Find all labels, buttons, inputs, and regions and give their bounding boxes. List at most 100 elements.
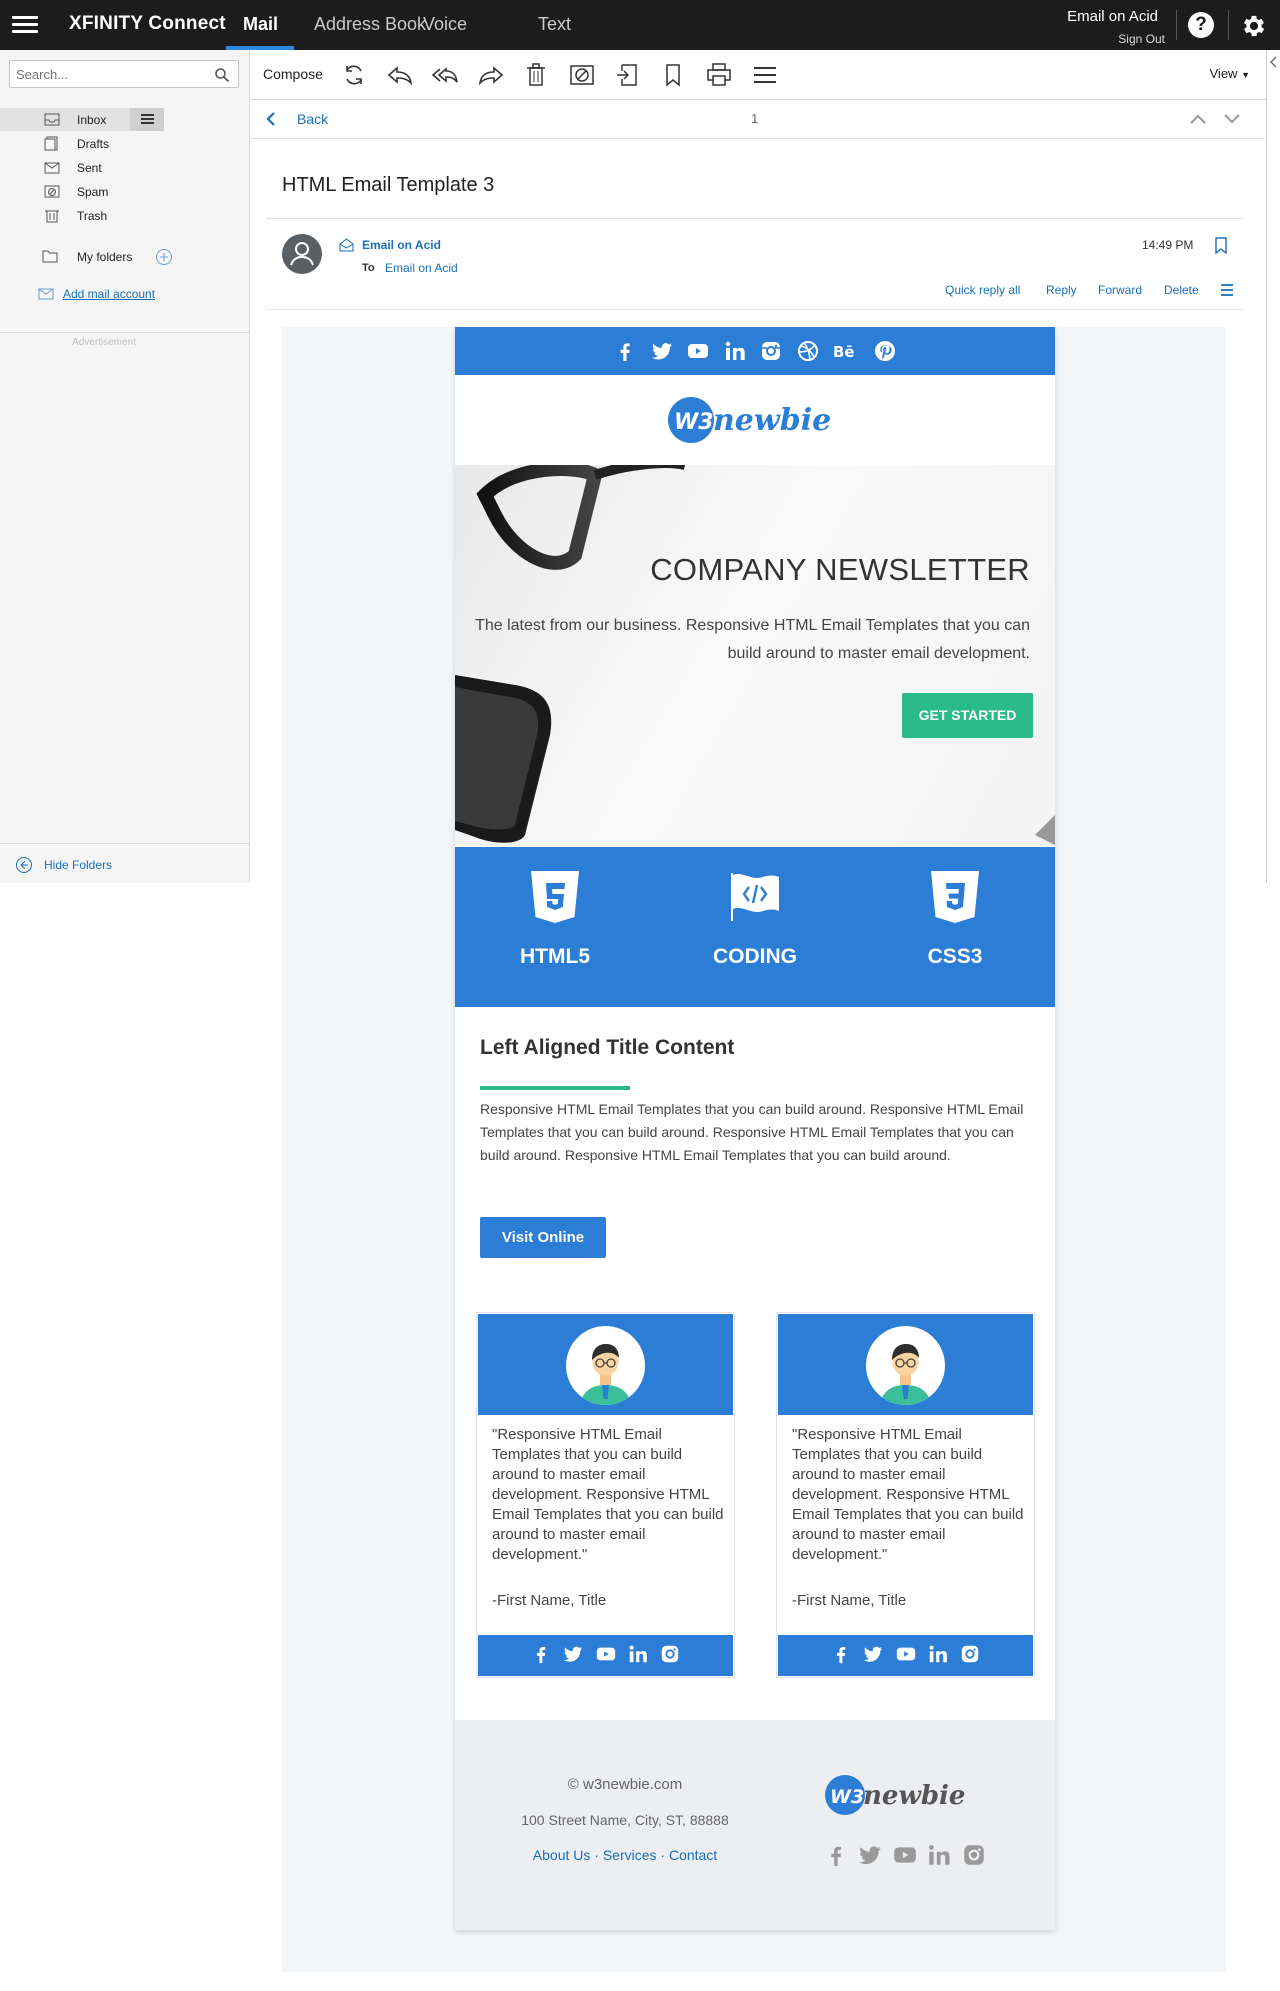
footer-links: About Us · Services · Contact — [495, 1847, 755, 1863]
more-options-icon[interactable] — [751, 62, 779, 88]
account-name[interactable]: Email on Acid — [1067, 8, 1158, 25]
facebook-icon[interactable] — [823, 1842, 849, 1868]
sign-out-link[interactable]: Sign Out — [1118, 32, 1165, 46]
youtube-icon[interactable] — [595, 1643, 617, 1665]
linkedin-icon[interactable] — [926, 1842, 952, 1868]
card-social-bar — [478, 1635, 733, 1676]
search-icon[interactable] — [214, 67, 230, 83]
tab-mail[interactable]: Mail — [243, 14, 278, 35]
feature-label: HTML5 — [520, 945, 590, 968]
twitter-icon[interactable] — [857, 1842, 883, 1868]
sender-name[interactable]: Email on Acid — [362, 238, 441, 252]
forward-link[interactable]: Forward — [1098, 283, 1142, 297]
delete-icon[interactable] — [522, 62, 550, 88]
hide-folders-button[interactable]: Hide Folders — [0, 843, 250, 883]
chevron-left-icon[interactable] — [265, 111, 277, 127]
twitter-icon[interactable] — [650, 339, 674, 363]
delete-link[interactable]: Delete — [1164, 283, 1199, 297]
my-folders-row[interactable]: My folders — [0, 245, 250, 269]
behance-icon[interactable]: Bē — [832, 339, 860, 363]
instagram-icon[interactable] — [659, 1643, 681, 1665]
person-avatar — [866, 1326, 945, 1405]
features-band: HTML5 CODING CSS3 — [455, 847, 1055, 1007]
more-actions-icon[interactable] — [1220, 283, 1234, 297]
hero-title: COMPANY NEWSLETTER — [650, 552, 1030, 587]
reply-link[interactable]: Reply — [1046, 283, 1077, 297]
add-folder-icon[interactable] — [155, 248, 173, 266]
twitter-icon[interactable] — [562, 1643, 584, 1665]
forward-icon[interactable] — [477, 62, 505, 88]
html5-icon — [531, 871, 579, 923]
dribbble-icon[interactable] — [796, 339, 820, 363]
recipient-name[interactable]: Email on Acid — [385, 261, 458, 275]
instagram-icon[interactable] — [759, 339, 783, 363]
linkedin-icon[interactable] — [723, 339, 747, 363]
instagram-icon[interactable] — [959, 1643, 981, 1665]
refresh-icon[interactable] — [340, 62, 368, 88]
search-input[interactable] — [10, 61, 200, 87]
hero-banner: COMPANY NEWSLETTER The latest from our b… — [455, 465, 1055, 845]
folder-icon — [42, 250, 58, 263]
reply-icon[interactable] — [386, 62, 414, 88]
twitter-icon[interactable] — [862, 1643, 884, 1665]
folder-label: Spam — [77, 185, 109, 199]
youtube-icon[interactable] — [895, 1643, 917, 1665]
main-menu-icon[interactable] — [12, 13, 38, 37]
linkedin-icon[interactable] — [627, 1643, 649, 1665]
services-link[interactable]: Services — [603, 1847, 657, 1863]
contact-link[interactable]: Contact — [669, 1847, 717, 1863]
w3newbie-logo[interactable]: W3 newbie — [665, 391, 855, 449]
feature-label: CSS3 — [927, 945, 983, 968]
w3newbie-footer-logo[interactable]: W3 newbie — [823, 1770, 983, 1820]
instagram-icon[interactable] — [961, 1842, 987, 1868]
pinterest-icon[interactable] — [873, 339, 897, 363]
logo-text: newbie — [863, 1781, 965, 1811]
testimonial-signature: -First Name, Title — [792, 1592, 907, 1609]
sidebar-folder-sent[interactable]: Sent — [0, 156, 250, 179]
about-us-link[interactable]: About Us — [533, 1847, 591, 1863]
spam-icon[interactable] — [568, 62, 596, 88]
print-icon[interactable] — [705, 62, 733, 88]
get-started-button[interactable]: GET STARTED — [902, 693, 1033, 738]
coding-flag-icon — [731, 873, 779, 921]
feature-label: CODING — [713, 945, 797, 968]
tab-address-book[interactable]: Address Book — [314, 14, 426, 35]
tab-text[interactable]: Text — [538, 14, 571, 35]
testimonial-header — [478, 1314, 733, 1415]
visit-online-button[interactable]: Visit Online — [480, 1217, 606, 1258]
reply-all-icon[interactable] — [431, 62, 459, 88]
sidebar-folder-spam[interactable]: Spam — [0, 180, 250, 203]
link-separator: · — [656, 1847, 669, 1863]
move-icon[interactable] — [614, 62, 642, 88]
facebook-icon[interactable] — [530, 1643, 552, 1665]
arrow-left-circle-icon — [16, 857, 32, 873]
view-dropdown[interactable]: View ▼ — [1210, 66, 1251, 81]
hide-folders-label: Hide Folders — [44, 858, 113, 872]
tab-voice[interactable]: Voice — [423, 14, 467, 35]
css3-icon — [931, 871, 979, 923]
sidebar-folder-trash[interactable]: Trash — [0, 204, 250, 227]
folder-options-icon[interactable] — [130, 108, 164, 131]
youtube-icon[interactable] — [686, 339, 710, 363]
chevron-up-icon[interactable] — [1189, 113, 1207, 125]
youtube-icon[interactable] — [892, 1842, 918, 1868]
linkedin-icon[interactable] — [927, 1643, 949, 1665]
svg-text:Bē: Bē — [833, 343, 855, 361]
topbar-divider — [1228, 10, 1229, 40]
compose-button[interactable]: Compose — [263, 66, 323, 82]
logo-mark: W3 — [674, 410, 714, 435]
collapse-pane-handle[interactable] — [1266, 50, 1280, 883]
bookmark-icon[interactable] — [659, 62, 687, 88]
help-icon[interactable]: ? — [1188, 12, 1214, 38]
spam-icon — [44, 185, 60, 198]
settings-gear-icon[interactable] — [1240, 12, 1268, 40]
sidebar-folder-drafts[interactable]: Drafts — [0, 132, 250, 155]
message-toolbar: Compose View ▼ — [251, 50, 1280, 100]
bookmark-icon[interactable] — [1214, 237, 1228, 254]
add-mail-account-link[interactable]: Add mail account — [63, 287, 155, 301]
facebook-icon[interactable] — [830, 1643, 852, 1665]
facebook-icon[interactable] — [613, 339, 637, 363]
back-link[interactable]: Back — [297, 111, 328, 127]
chevron-down-icon[interactable] — [1223, 113, 1241, 125]
quick-reply-all-link[interactable]: Quick reply all — [945, 283, 1020, 297]
